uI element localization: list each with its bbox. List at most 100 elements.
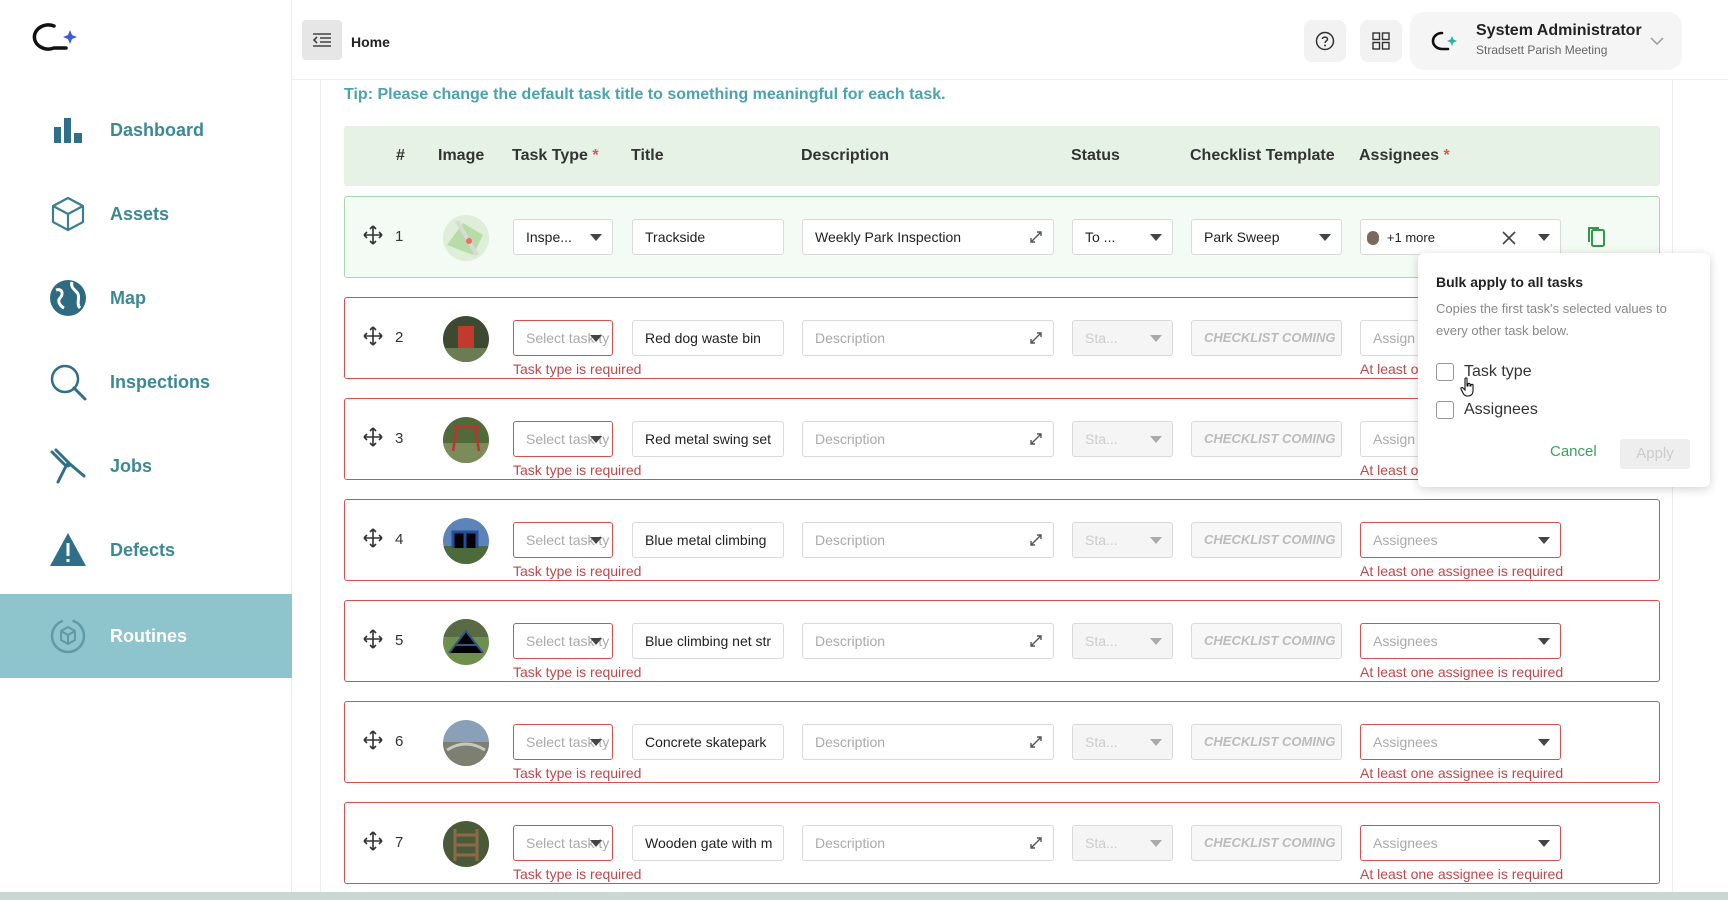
expand-icon[interactable] bbox=[1029, 836, 1043, 850]
checklist-template-select: CHECKLIST COMING bbox=[1191, 825, 1342, 861]
task-image[interactable] bbox=[443, 518, 489, 564]
help-icon bbox=[1315, 31, 1335, 51]
task-image[interactable] bbox=[443, 417, 489, 463]
task-type-error: Task type is required bbox=[513, 462, 642, 478]
sidebar-item-label: Dashboard bbox=[110, 119, 205, 140]
apply-button[interactable]: Apply bbox=[1620, 439, 1690, 469]
description-input[interactable]: Description bbox=[802, 522, 1054, 558]
task-type-select[interactable]: Select task ty bbox=[513, 320, 613, 356]
magnifier-icon bbox=[48, 362, 88, 402]
drag-handle-icon[interactable] bbox=[363, 629, 383, 649]
apps-grid-button[interactable] bbox=[1360, 20, 1402, 62]
expand-icon[interactable] bbox=[1029, 735, 1043, 749]
col-description-header: Description bbox=[801, 147, 890, 164]
top-header: Home System Administrator Stradsett Pari… bbox=[292, 0, 1728, 80]
expand-icon[interactable] bbox=[1029, 634, 1043, 648]
user-organization: Stradsett Parish Meeting bbox=[1476, 43, 1608, 57]
bulk-assignees-checkbox[interactable]: Assignees bbox=[1436, 399, 1676, 421]
cancel-button[interactable]: Cancel bbox=[1550, 443, 1597, 460]
brand-logo-icon[interactable] bbox=[26, 20, 86, 54]
sidebar-item-jobs[interactable]: Jobs bbox=[0, 424, 292, 508]
task-type-select[interactable]: Select task ty bbox=[513, 623, 613, 659]
sidebar-item-map[interactable]: Map bbox=[0, 256, 292, 340]
task-type-error: Task type is required bbox=[513, 765, 642, 781]
status-select: Sta... bbox=[1072, 724, 1173, 760]
checklist-template-select: CHECKLIST COMING bbox=[1191, 421, 1342, 457]
assignees-select[interactable]: Assignees bbox=[1360, 724, 1561, 760]
status-select: Sta... bbox=[1072, 623, 1173, 659]
user-name: System Administrator bbox=[1476, 22, 1642, 39]
sidebar-item-routines[interactable]: Routines bbox=[0, 594, 292, 678]
status-select[interactable]: To ... bbox=[1072, 219, 1173, 255]
title-input[interactable]: Blue metal climbing bbox=[632, 522, 784, 558]
drag-handle-icon[interactable] bbox=[363, 225, 383, 245]
title-input[interactable]: Red metal swing set bbox=[632, 421, 784, 457]
title-input[interactable]: Concrete skatepark bbox=[632, 724, 784, 760]
drag-handle-icon[interactable] bbox=[363, 730, 383, 750]
user-menu[interactable]: System Administrator Stradsett Parish Me… bbox=[1410, 12, 1682, 70]
title-input[interactable]: Red dog waste bin bbox=[632, 320, 784, 356]
task-image[interactable] bbox=[443, 821, 489, 867]
assignees-select[interactable]: Assignees bbox=[1360, 522, 1561, 558]
description-input[interactable]: Description bbox=[802, 421, 1054, 457]
sidebar-item-label: Jobs bbox=[110, 455, 153, 476]
sidebar-item-dashboard[interactable]: Dashboard bbox=[0, 88, 292, 172]
assignee-error: At least o bbox=[1360, 361, 1419, 377]
sidebar-item-assets[interactable]: Assets bbox=[0, 172, 292, 256]
task-type-select[interactable]: Select task ty bbox=[513, 522, 613, 558]
title-input[interactable]: Wooden gate with m bbox=[632, 825, 784, 861]
menu-collapse-icon bbox=[312, 33, 331, 47]
collapse-menu-button[interactable] bbox=[302, 20, 342, 60]
description-input[interactable]: Weekly Park Inspection bbox=[802, 219, 1054, 255]
task-type-error: Task type is required bbox=[513, 866, 642, 882]
sidebar-item-label: Inspections bbox=[110, 371, 211, 392]
assignees-select[interactable]: Assignees bbox=[1360, 623, 1561, 659]
description-input[interactable]: Description bbox=[802, 623, 1054, 659]
expand-icon[interactable] bbox=[1029, 331, 1043, 345]
task-type-select[interactable]: Select task ty bbox=[513, 724, 613, 760]
checklist-template-select[interactable]: Park Sweep bbox=[1191, 219, 1342, 255]
assignees-select[interactable]: Assignees bbox=[1360, 825, 1561, 861]
copy-to-all-icon[interactable] bbox=[1587, 226, 1607, 248]
task-type-error: Task type is required bbox=[513, 563, 642, 579]
sidebar-item-inspections[interactable]: Inspections bbox=[0, 340, 292, 424]
drag-handle-icon[interactable] bbox=[363, 831, 383, 851]
routine-cycle-icon bbox=[48, 616, 88, 656]
description-input[interactable]: Description bbox=[802, 724, 1054, 760]
breadcrumb-home[interactable]: Home bbox=[351, 34, 390, 50]
description-input[interactable]: Description bbox=[802, 320, 1054, 356]
sidebar-item-label: Defects bbox=[110, 539, 176, 560]
task-type-select[interactable]: Select task ty bbox=[513, 825, 613, 861]
task-image[interactable] bbox=[443, 316, 489, 362]
caret-down-icon bbox=[1150, 234, 1162, 241]
drag-handle-icon[interactable] bbox=[363, 326, 383, 346]
table-row: 7 Select task ty Wooden gate with m Desc… bbox=[344, 802, 1660, 884]
caret-down-icon bbox=[590, 638, 602, 645]
checkbox[interactable] bbox=[1436, 363, 1454, 381]
sidebar-item-defects[interactable]: Defects bbox=[0, 508, 292, 592]
expand-icon[interactable] bbox=[1029, 432, 1043, 446]
assignees-more-label: +1 more bbox=[1386, 230, 1435, 245]
task-image[interactable] bbox=[443, 619, 489, 665]
drag-handle-icon[interactable] bbox=[363, 427, 383, 447]
task-type-select[interactable]: Inspe... bbox=[513, 219, 613, 255]
clear-icon[interactable] bbox=[1502, 231, 1516, 245]
help-button[interactable] bbox=[1304, 20, 1346, 62]
expand-icon[interactable] bbox=[1029, 230, 1043, 244]
caret-down-icon bbox=[590, 840, 602, 847]
caret-down-icon bbox=[590, 335, 602, 342]
expand-icon[interactable] bbox=[1029, 533, 1043, 547]
description-input[interactable]: Description bbox=[802, 825, 1054, 861]
col-status-header: Status bbox=[1071, 147, 1120, 164]
task-type-select[interactable]: Select task ty bbox=[513, 421, 613, 457]
assignee-error: At least o bbox=[1360, 462, 1419, 478]
assignees-select[interactable]: +1 more bbox=[1360, 219, 1561, 255]
title-input[interactable]: Trackside bbox=[632, 219, 784, 255]
title-input[interactable]: Blue climbing net str bbox=[632, 623, 784, 659]
task-image[interactable] bbox=[443, 720, 489, 766]
checkbox[interactable] bbox=[1436, 401, 1454, 419]
caret-down-icon bbox=[1150, 638, 1162, 645]
task-image[interactable] bbox=[443, 215, 489, 261]
drag-handle-icon[interactable] bbox=[363, 528, 383, 548]
taskbar-strip bbox=[0, 892, 1728, 900]
